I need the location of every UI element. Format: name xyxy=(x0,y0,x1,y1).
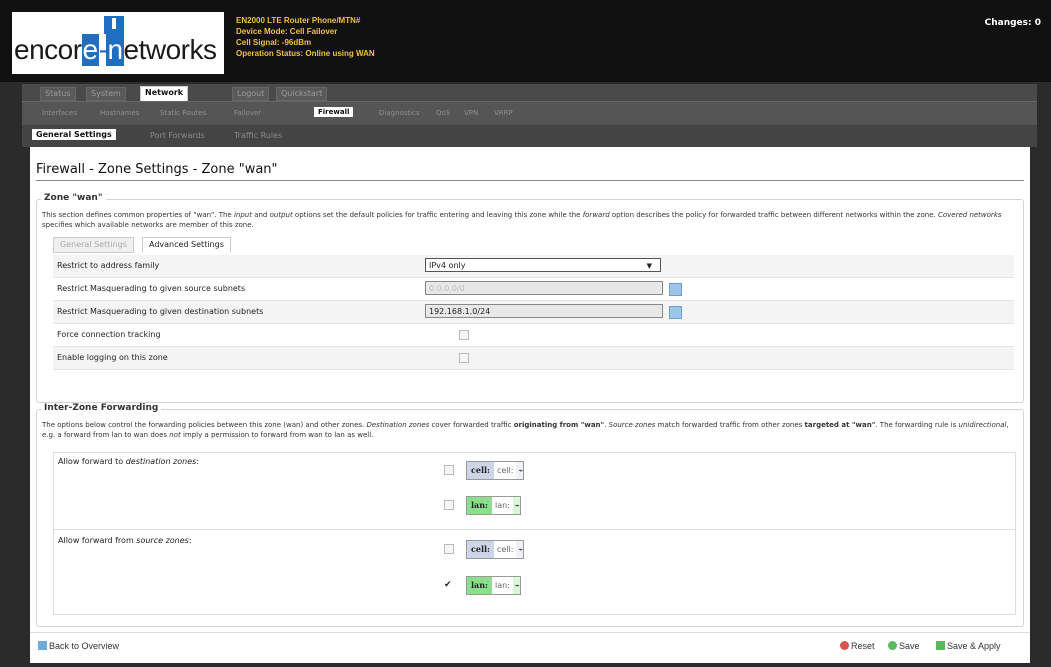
tab-system[interactable]: System xyxy=(86,87,126,101)
network-submenu: Interfaces Hostnames Static Routes Failo… xyxy=(22,101,1037,126)
dest-lan-checkbox[interactable] xyxy=(444,500,454,510)
tab-qos[interactable]: QoS xyxy=(436,109,450,117)
tab-vrrp[interactable]: VRRP xyxy=(494,109,513,117)
tab-status[interactable]: Status xyxy=(40,87,76,101)
tab-interfaces[interactable]: Interfaces xyxy=(42,109,77,117)
row-label: Restrict Masquerading to given destinati… xyxy=(57,307,264,316)
page-title: Firewall - Zone Settings - Zone "wan" xyxy=(36,162,278,177)
add-entry-icon[interactable] xyxy=(669,306,682,319)
masq-source-input[interactable]: 0.0.0.0/0 xyxy=(425,281,663,295)
source-zones-label: Allow forward from source zones: xyxy=(58,536,192,545)
company-logo: encore-networks xyxy=(12,12,224,74)
address-family-select[interactable]: IPv4 only ▼ xyxy=(425,258,661,272)
save-apply-button[interactable]: Save & Apply xyxy=(936,641,1001,651)
tab-hostnames[interactable]: Hostnames xyxy=(100,109,139,117)
conntrack-checkbox[interactable] xyxy=(459,330,469,340)
tab-logout[interactable]: Logout xyxy=(232,87,270,101)
row-destination-zones: Allow forward to destination zones: cell… xyxy=(54,453,1015,530)
section-description: This section defines common properties o… xyxy=(42,211,1002,229)
logo-mark-icon xyxy=(104,16,124,34)
logging-checkbox[interactable] xyxy=(459,353,469,363)
reset-icon xyxy=(840,641,849,650)
row-source-zones: Allow forward from source zones: cell: ce… xyxy=(54,530,1015,614)
logo-wordmark: encore-networks xyxy=(14,34,217,66)
row-label: Enable logging on this zone xyxy=(57,353,168,362)
tab-network[interactable]: Network xyxy=(140,86,189,102)
dest-cell-checkbox[interactable] xyxy=(444,465,454,475)
main-menu: Status System Network Logout Quickstart xyxy=(22,84,1037,102)
destination-zones-label: Allow forward to destination zones: xyxy=(58,457,200,466)
add-entry-icon[interactable] xyxy=(669,283,682,296)
tab-port-forwards[interactable]: Port Forwards xyxy=(150,131,205,140)
section-legend: Inter-Zone Forwarding xyxy=(41,403,162,413)
tab-quickstart[interactable]: Quickstart xyxy=(276,87,328,101)
forwarding-table: Allow forward to destination zones: cell… xyxy=(53,452,1016,615)
dropdown-arrow-icon: ▼ xyxy=(646,262,652,270)
zone-settings-section: Zone "wan" This section defines common p… xyxy=(36,193,1024,403)
zone-badge-lan: lan: lan: ⌁ xyxy=(466,496,521,515)
row-logging: Enable logging on this zone xyxy=(53,347,1014,370)
src-cell-checkbox[interactable] xyxy=(444,544,454,554)
masq-destination-input[interactable]: 192.168.1.0/24 xyxy=(425,304,663,318)
subtab-advanced-settings[interactable]: Advanced Settings xyxy=(142,237,231,253)
tab-firewall[interactable]: Firewall xyxy=(314,107,354,117)
zone-badge-cell: cell: cell: ⌁ xyxy=(466,461,525,480)
operation-status: Operation Status: Online using WAN xyxy=(236,49,375,58)
header-bar: encore-networks EN2000 LTE Router Phone/… xyxy=(0,0,1051,82)
save-apply-icon xyxy=(936,641,945,650)
tab-traffic-rules[interactable]: Traffic Rules xyxy=(234,131,282,140)
save-icon xyxy=(888,641,897,650)
row-conntrack: Force connection tracking xyxy=(53,324,1014,347)
row-label: Restrict Masquerading to given source su… xyxy=(57,284,246,293)
page-footer: Back to Overview Reset Save Save & Apply xyxy=(30,632,1030,663)
tab-diagnostics[interactable]: Diagnostics xyxy=(379,109,420,117)
save-button[interactable]: Save xyxy=(888,641,920,651)
tab-failover[interactable]: Failover xyxy=(234,109,261,117)
tab-vpn[interactable]: VPN xyxy=(464,109,478,117)
cell-signal: Cell Signal: -96dBm xyxy=(236,38,312,47)
row-masq-source: Restrict Masquerading to given source su… xyxy=(53,278,1014,301)
row-masq-destination: Restrict Masquerading to given destinati… xyxy=(53,301,1014,324)
network-icon: ⌁ xyxy=(518,545,524,554)
network-icon: ⌁ xyxy=(518,466,524,475)
zone-badge-lan: lan: lan: ⌁ xyxy=(466,576,521,595)
reset-button[interactable]: Reset xyxy=(840,641,875,651)
src-lan-checkbox[interactable]: ✔ xyxy=(444,581,452,590)
section-legend: Zone "wan" xyxy=(41,193,106,203)
zone-badge-cell: cell: cell: ⌁ xyxy=(466,540,525,559)
back-arrow-icon xyxy=(38,641,47,650)
title-divider xyxy=(36,180,1024,181)
section-description: The options below control the forwarding… xyxy=(42,421,1009,439)
network-icon: ⌁ xyxy=(514,581,520,590)
firewall-submenu: General Settings Port Forwards Traffic R… xyxy=(22,125,1037,147)
device-mode: Device Mode: Cell Failover xyxy=(236,27,338,36)
back-to-overview-button[interactable]: Back to Overview xyxy=(38,641,119,651)
row-label: Force connection tracking xyxy=(57,330,161,339)
inter-zone-forwarding-section: Inter-Zone Forwarding The options below … xyxy=(36,403,1024,627)
tab-general-settings[interactable]: General Settings xyxy=(32,129,116,140)
row-label: Restrict to address family xyxy=(57,261,160,270)
tab-static-routes[interactable]: Static Routes xyxy=(160,109,206,117)
subtab-general-settings[interactable]: General Settings xyxy=(53,237,134,253)
main-content: Firewall - Zone Settings - Zone "wan" Zo… xyxy=(30,147,1030,632)
changes-counter[interactable]: Changes: 0 xyxy=(985,18,1041,28)
device-name: EN2000 LTE Router Phone/MTN# xyxy=(236,16,361,25)
row-address-family: Restrict to address family IPv4 only ▼ xyxy=(53,255,1014,278)
network-icon: ⌁ xyxy=(514,501,520,510)
